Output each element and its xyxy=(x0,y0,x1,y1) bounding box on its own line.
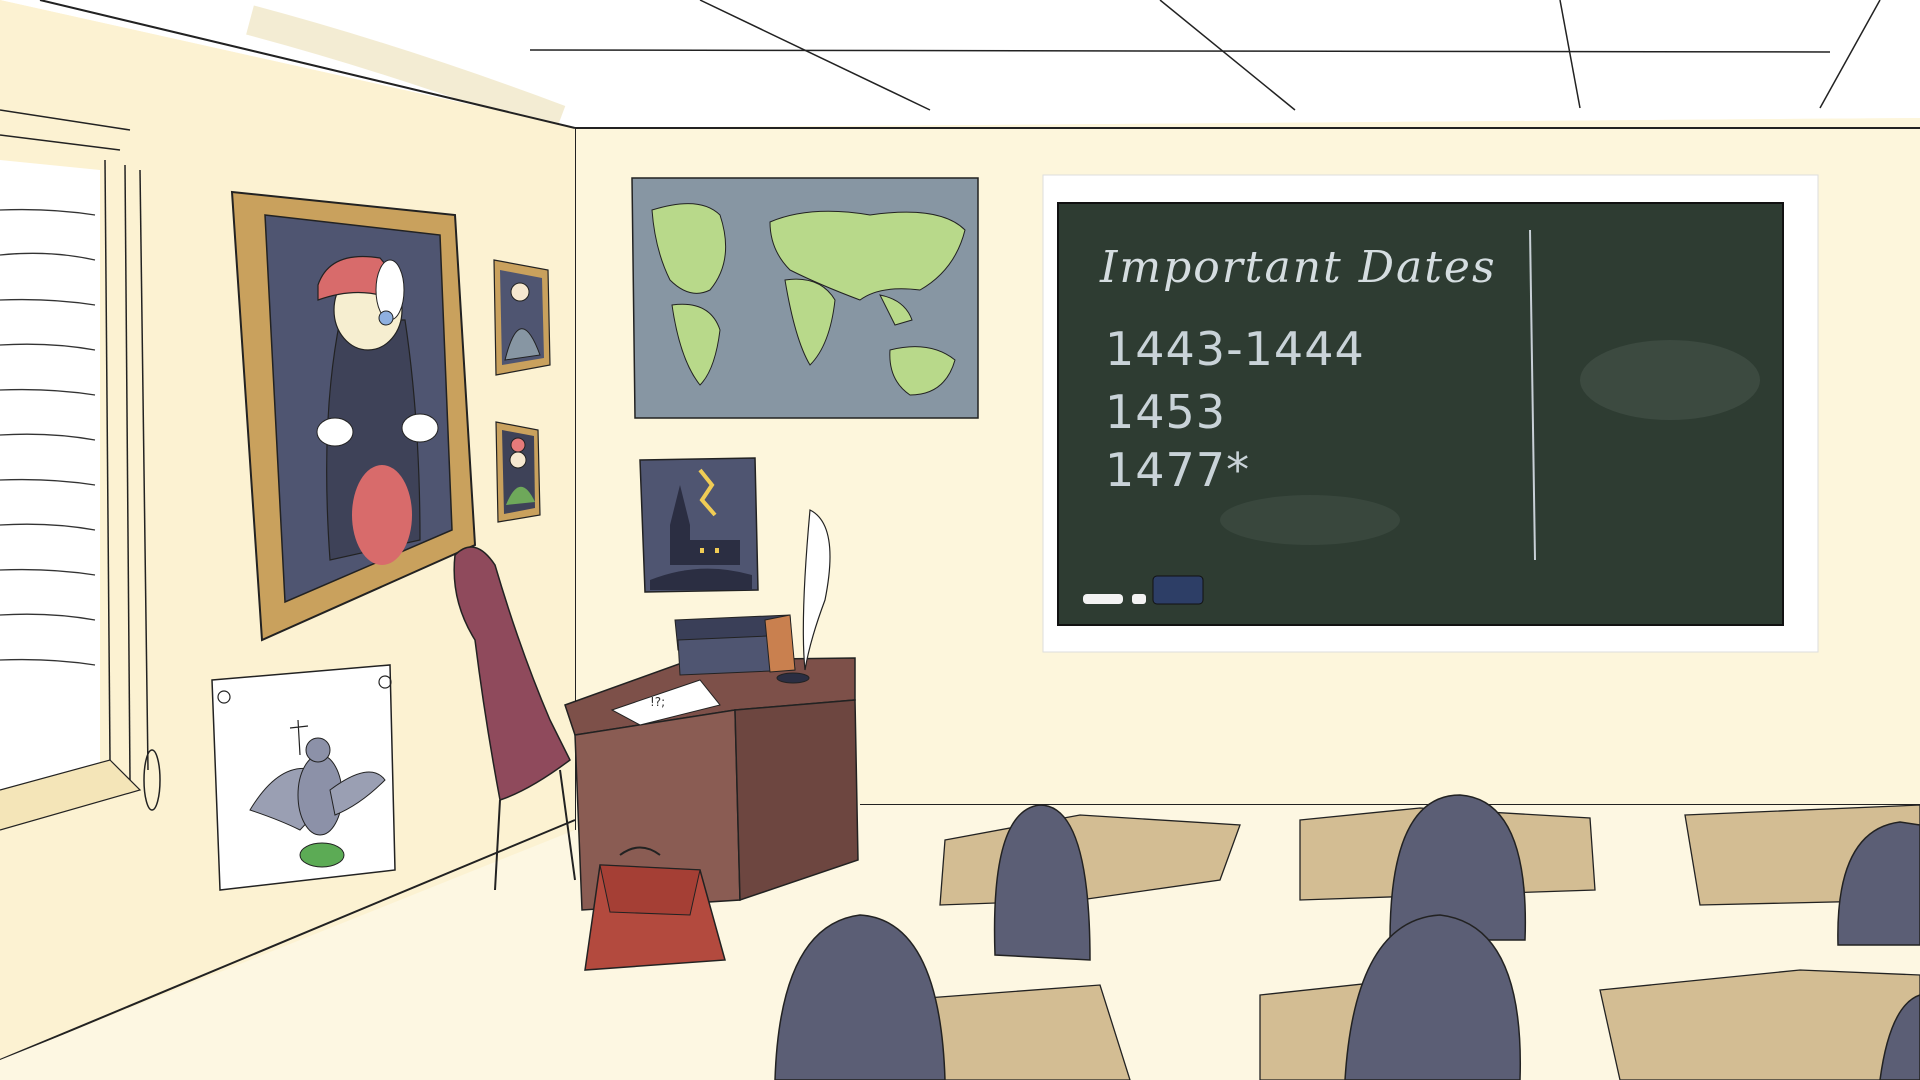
chalk-stick[interactable] xyxy=(1083,594,1123,604)
blackboard-heading: Important Dates xyxy=(1099,242,1497,293)
classroom-scene: Important Dates 1443-1444 1453 1477* !?; xyxy=(0,0,1920,1080)
classroom-illustration: Important Dates 1443-1444 1453 1477* !?; xyxy=(0,0,1920,1080)
student-desk-4[interactable] xyxy=(1599,969,1920,1080)
small-portrait-2 xyxy=(495,421,541,523)
world-map xyxy=(631,177,979,419)
blackboard: Important Dates 1443-1444 1453 1477* xyxy=(1042,174,1819,653)
blackboard-date-3: 1477* xyxy=(1105,443,1250,497)
small-portrait-1 xyxy=(493,259,551,376)
chalk-stick-small[interactable] xyxy=(1132,594,1146,604)
bird-poster xyxy=(211,664,396,891)
paper-scribble: !?; xyxy=(650,695,665,709)
blackboard-date-2: 1453 xyxy=(1105,385,1226,439)
castle-poster xyxy=(639,457,759,593)
board-eraser[interactable] xyxy=(1152,575,1204,605)
blackboard-date-1: 1443-1444 xyxy=(1105,322,1365,376)
